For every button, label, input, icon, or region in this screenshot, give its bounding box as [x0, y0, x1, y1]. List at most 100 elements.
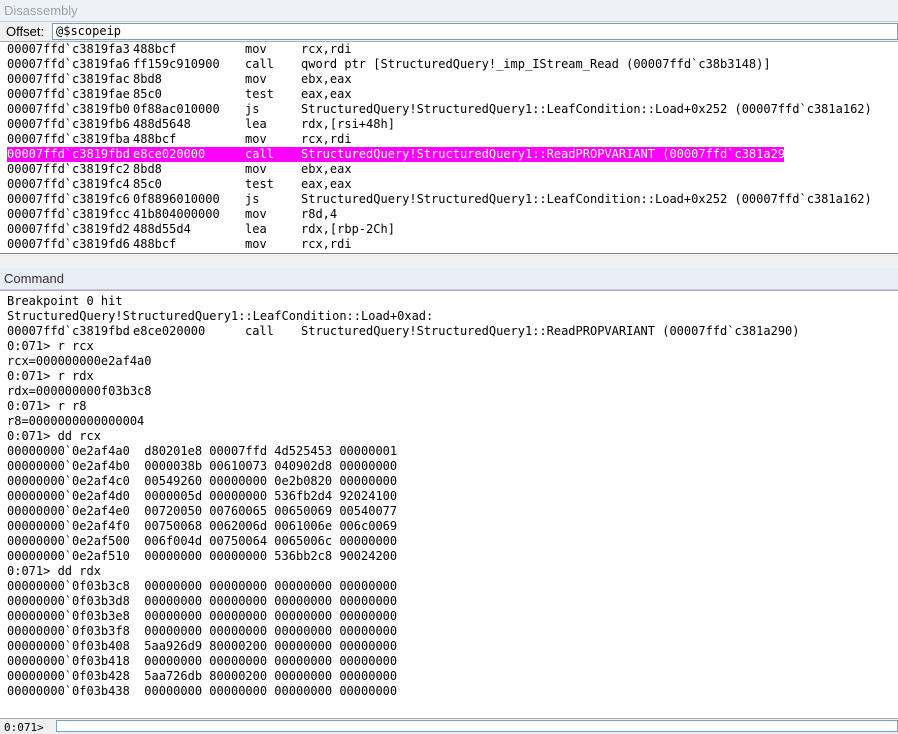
instruction-operands: qword ptr [StructuredQuery!_imp_IStream_… [301, 57, 771, 71]
command-input-bar: 0:071> [0, 718, 898, 734]
instruction-mnemonic: lea [245, 117, 267, 131]
instruction-address: 00007ffd`c3819fbd [7, 147, 130, 161]
disassembly-row[interactable]: 00007ffd`c3819fcc 41b804000000 mov r8d,4 [7, 207, 898, 222]
instruction-bytes: 85c0 [133, 87, 162, 101]
instruction-mnemonic: call [245, 324, 274, 338]
instruction-bytes: 488bcf [133, 132, 177, 146]
command-output-line: 00000000`0e2af510 00000000 00000000 536b… [7, 549, 398, 563]
command-output-line: 00000000`0f03b428 5aa726db 80000200 0000… [7, 669, 398, 683]
command-output-line: 00000000`0f03b3c8 00000000 00000000 0000… [7, 579, 398, 593]
instruction-address: 00007ffd`c3819fac [7, 72, 130, 86]
command-output-line: 0:071> dd rcx [7, 429, 101, 443]
command-output-line: StructuredQuery!StructuredQuery1::LeafCo… [7, 309, 434, 323]
command-output-line: rdx=000000000f03b3c8 [7, 384, 152, 398]
command-pane-title: Command [0, 268, 898, 290]
command-prompt-label: 0:071> [4, 721, 44, 734]
instruction-bytes: 8bd8 [133, 162, 162, 176]
offset-input[interactable]: @$scopeip [52, 23, 898, 40]
command-output-line: 00000000`0f03b418 00000000 00000000 0000… [7, 654, 398, 668]
disassembly-listing[interactable]: 00007ffd`c3819fa3 488bcf mov rcx,rdi 00007ff… [0, 42, 898, 254]
instruction-operands: ebx,eax [301, 162, 352, 176]
instruction-operands: eax,eax [301, 177, 352, 191]
disassembly-row[interactable]: 00007ffd`c3819fac 8bd8 mov ebx,eax [7, 72, 898, 87]
instruction-mnemonic: mov [245, 237, 267, 251]
instruction-bytes: 488bcf [133, 237, 177, 251]
command-output-line: Breakpoint 0 hit [7, 294, 123, 308]
instruction-bytes: 85c0 [133, 177, 162, 191]
instruction-mnemonic: call [245, 57, 274, 71]
command-output[interactable]: Breakpoint 0 hit StructuredQuery!Structur… [0, 290, 898, 718]
pane-splitter[interactable] [0, 254, 898, 268]
instruction-mnemonic: lea [245, 222, 267, 236]
command-output-line: 00000000`0e2af4f0 00750068 0062006d 0061… [7, 519, 398, 533]
disassembly-row[interactable]: 00007ffd`c3819fa6 ff159c910900 call qword p… [7, 57, 898, 72]
command-output-line: 00000000`0e2af4d0 0000005d 00000000 536f… [7, 489, 398, 503]
disassembly-row[interactable]: 00007ffd`c3819fb0 0f88ac010000 js Structure… [7, 102, 898, 117]
instruction-address: 00007ffd`c3819fa6 [7, 57, 130, 71]
command-output-line: 00000000`0e2af500 006f004d 00750064 0065… [7, 534, 398, 548]
instruction-bytes: 488bcf [133, 42, 177, 56]
instruction-address: 00007ffd`c3819fcc [7, 207, 130, 221]
instruction-bytes: 0f8896010000 [133, 192, 220, 206]
command-output-instruction-line: 00007ffd`c3819fbd e8ce020000 call Structure… [7, 324, 898, 339]
instruction-bytes: 0f88ac010000 [133, 102, 220, 116]
instruction-address: 00007ffd`c3819fb0 [7, 102, 130, 116]
offset-label: Offset: [6, 24, 45, 39]
instruction-operands: rdx,[rbp-2Ch] [301, 222, 395, 236]
disassembly-row-current[interactable]: 00007ffd`c3819fbd e8ce020000 call Structure… [7, 147, 898, 162]
command-output-line: 00000000`0f03b408 5aa926d9 80000200 0000… [7, 639, 398, 653]
instruction-operands: StructuredQuery!StructuredQuery1::LeafCo… [301, 102, 872, 116]
instruction-address: 00007ffd`c3819fb6 [7, 117, 130, 131]
disassembly-row[interactable]: 00007ffd`c3819fd6 488bcf mov rcx,rdi [7, 237, 898, 252]
instruction-mnemonic: mov [245, 72, 267, 86]
instruction-mnemonic: call [245, 147, 274, 161]
command-output-line: 00000000`0e2af4c0 00549260 00000000 0e2b… [7, 474, 398, 488]
instruction-operands: StructuredQuery!StructuredQuery1::ReadPR… [301, 324, 800, 338]
instruction-mnemonic: js [245, 102, 260, 116]
instruction-address: 00007ffd`c3819fbd [7, 324, 130, 338]
instruction-address: 00007ffd`c3819fae [7, 87, 130, 101]
command-output-line: r8=0000000000000004 [7, 414, 145, 428]
instruction-operands: StructuredQuery!StructuredQuery1::LeafCo… [301, 192, 872, 206]
command-input[interactable] [56, 720, 898, 732]
instruction-bytes: e8ce020000 [133, 147, 206, 161]
command-output-line: 0:071> r r8 [7, 399, 87, 413]
disassembly-row[interactable]: 00007ffd`c3819fa3 488bcf mov rcx,rdi [7, 42, 898, 57]
command-output-line: 0:071> dd rdx [7, 564, 101, 578]
instruction-bytes: ff159c910900 [133, 57, 220, 71]
instruction-operands: rdx,[rsi+48h] [301, 117, 395, 131]
instruction-operands: rcx,rdi [301, 132, 352, 146]
disassembly-row[interactable]: 00007ffd`c3819fc2 8bd8 mov ebx,eax [7, 162, 898, 177]
command-output-line: 00000000`0e2af4b0 0000038b 00610073 0409… [7, 459, 398, 473]
instruction-bytes: 8bd8 [133, 72, 162, 86]
instruction-mnemonic: mov [245, 162, 267, 176]
disassembly-pane-title: Disassembly [0, 0, 898, 22]
command-output-line: 00000000`0f03b3f8 00000000 00000000 0000… [7, 624, 398, 638]
instruction-mnemonic: test [245, 87, 274, 101]
instruction-bytes: 41b804000000 [133, 207, 220, 221]
instruction-mnemonic: js [245, 192, 260, 206]
instruction-address: 00007ffd`c3819fd6 [7, 237, 130, 251]
command-output-line: 0:071> r rdx [7, 369, 94, 383]
instruction-bytes: 488d5648 [133, 117, 191, 131]
instruction-mnemonic: mov [245, 42, 267, 56]
command-output-line: 00000000`0f03b438 00000000 00000000 0000… [7, 684, 398, 698]
disassembly-row[interactable]: 00007ffd`c3819fba 488bcf mov rcx,rdi [7, 132, 898, 147]
instruction-operands: ebx,eax [301, 72, 352, 86]
disassembly-row[interactable]: 00007ffd`c3819fae 85c0 test eax,eax [7, 87, 898, 102]
instruction-mnemonic: test [245, 177, 274, 191]
command-output-line: 00000000`0f03b3d8 00000000 00000000 0000… [7, 594, 398, 608]
instruction-mnemonic: mov [245, 207, 267, 221]
instruction-address: 00007ffd`c3819fc6 [7, 192, 130, 206]
disassembly-row[interactable]: 00007ffd`c3819fc6 0f8896010000 js Structure… [7, 192, 898, 207]
instruction-bytes: e8ce020000 [133, 324, 206, 338]
disassembly-row[interactable]: 00007ffd`c3819fd2 488d55d4 lea rdx,[rbp-2Ch… [7, 222, 898, 237]
offset-bar: Offset: @$scopeip [0, 22, 898, 42]
disassembly-row[interactable]: 00007ffd`c3819fb6 488d5648 lea rdx,[rsi+48h… [7, 117, 898, 132]
instruction-address: 00007ffd`c3819fc4 [7, 177, 130, 191]
disassembly-row[interactable]: 00007ffd`c3819fc4 85c0 test eax,eax [7, 177, 898, 192]
instruction-operands: StructuredQuery!StructuredQuery1::ReadPR… [301, 147, 800, 161]
instruction-operands: eax,eax [301, 87, 352, 101]
instruction-address: 00007ffd`c3819fba [7, 132, 130, 146]
instruction-address: 00007ffd`c3819fc2 [7, 162, 130, 176]
